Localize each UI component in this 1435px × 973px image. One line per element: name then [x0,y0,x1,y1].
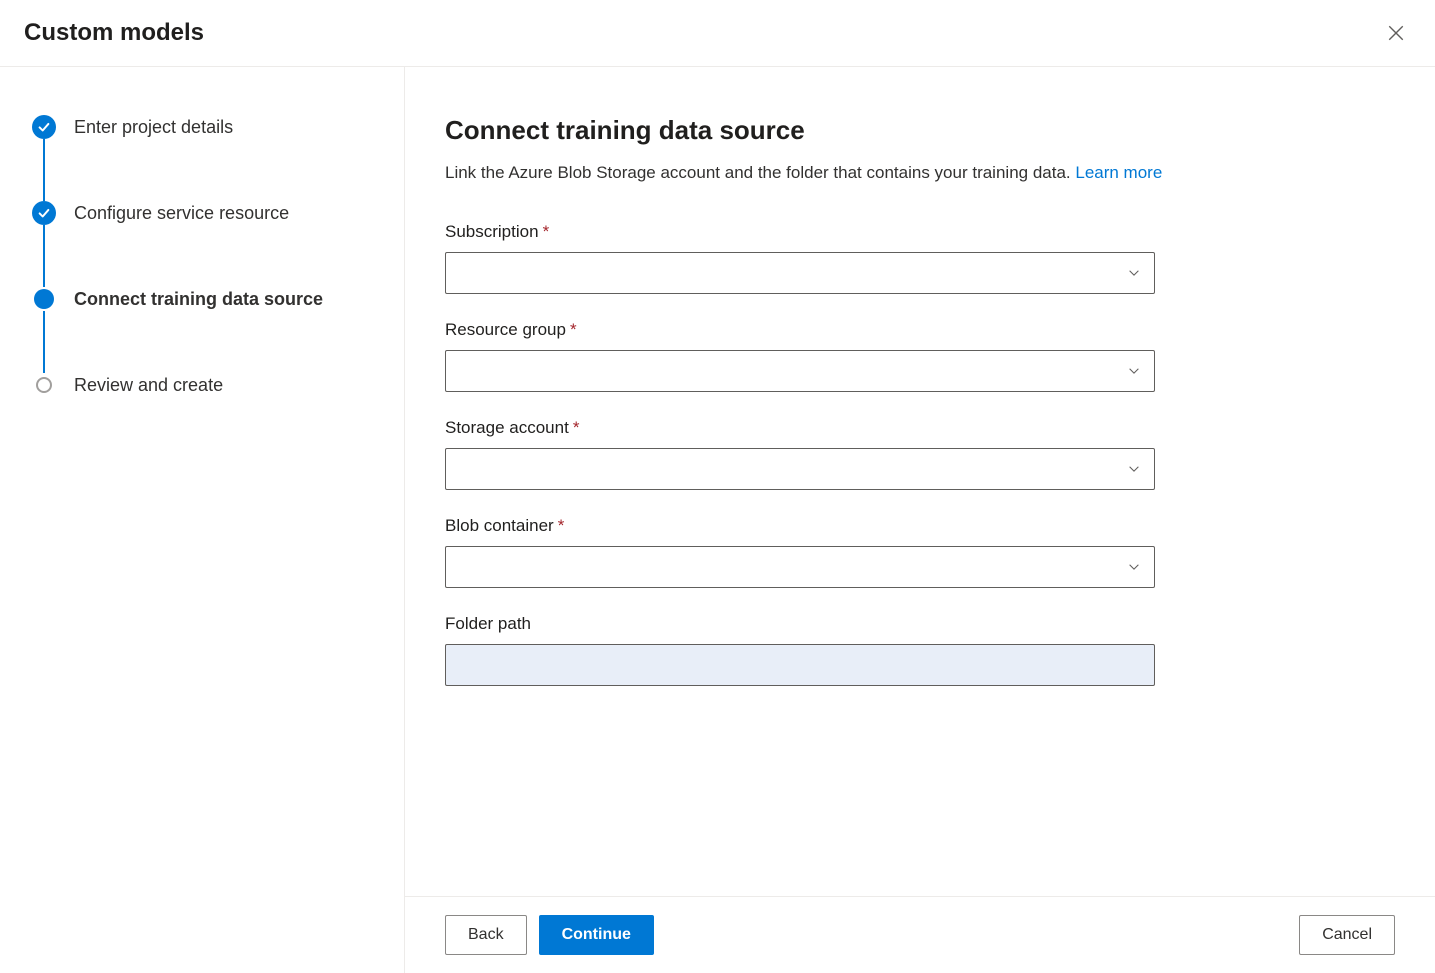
dialog-header: Custom models [0,0,1435,67]
pending-step-icon [32,373,56,397]
required-asterisk: * [573,418,580,437]
page-title: Connect training data source [445,115,1395,146]
step-connector [43,225,45,287]
wizard-content: Connect training data source Link the Az… [405,67,1435,896]
blob-container-label: Blob container* [445,516,1155,536]
learn-more-link[interactable]: Learn more [1075,163,1162,182]
cancel-button[interactable]: Cancel [1299,915,1395,955]
step-label: Configure service resource [74,201,289,225]
close-button[interactable] [1381,18,1411,48]
required-asterisk: * [558,516,565,535]
step-connector [43,139,45,201]
description-text: Link the Azure Blob Storage account and … [445,163,1075,182]
folder-path-input[interactable] [445,644,1155,686]
storage-account-label: Storage account* [445,418,1155,438]
blob-container-select[interactable] [445,546,1155,588]
resource-group-label: Resource group* [445,320,1155,340]
folder-path-field: Folder path [445,614,1155,686]
wizard-footer: Back Continue Cancel [405,896,1435,973]
step-review-and-create[interactable]: Review and create [32,373,372,397]
blob-container-field: Blob container* [445,516,1155,590]
checkmark-icon [32,201,56,225]
required-asterisk: * [570,320,577,339]
resource-group-select[interactable] [445,350,1155,392]
step-label: Connect training data source [74,287,323,311]
folder-path-label: Folder path [445,614,1155,634]
required-asterisk: * [543,222,550,241]
step-enter-project-details[interactable]: Enter project details [32,115,372,201]
storage-account-field: Storage account* [445,418,1155,492]
step-label: Enter project details [74,115,233,139]
close-icon [1387,24,1405,42]
step-connector [43,311,45,373]
dialog-title: Custom models [24,19,204,47]
subscription-select[interactable] [445,252,1155,294]
page-description: Link the Azure Blob Storage account and … [445,160,1165,186]
wizard-steps-sidebar: Enter project details Configure service … [0,67,405,973]
storage-account-select[interactable] [445,448,1155,490]
step-configure-service-resource[interactable]: Configure service resource [32,201,372,287]
step-connect-training-data-source[interactable]: Connect training data source [32,287,372,373]
subscription-field: Subscription* [445,222,1155,296]
current-step-icon [32,287,56,311]
subscription-label: Subscription* [445,222,1155,242]
step-label: Review and create [74,373,223,397]
checkmark-icon [32,115,56,139]
continue-button[interactable]: Continue [539,915,654,955]
resource-group-field: Resource group* [445,320,1155,394]
back-button[interactable]: Back [445,915,527,955]
